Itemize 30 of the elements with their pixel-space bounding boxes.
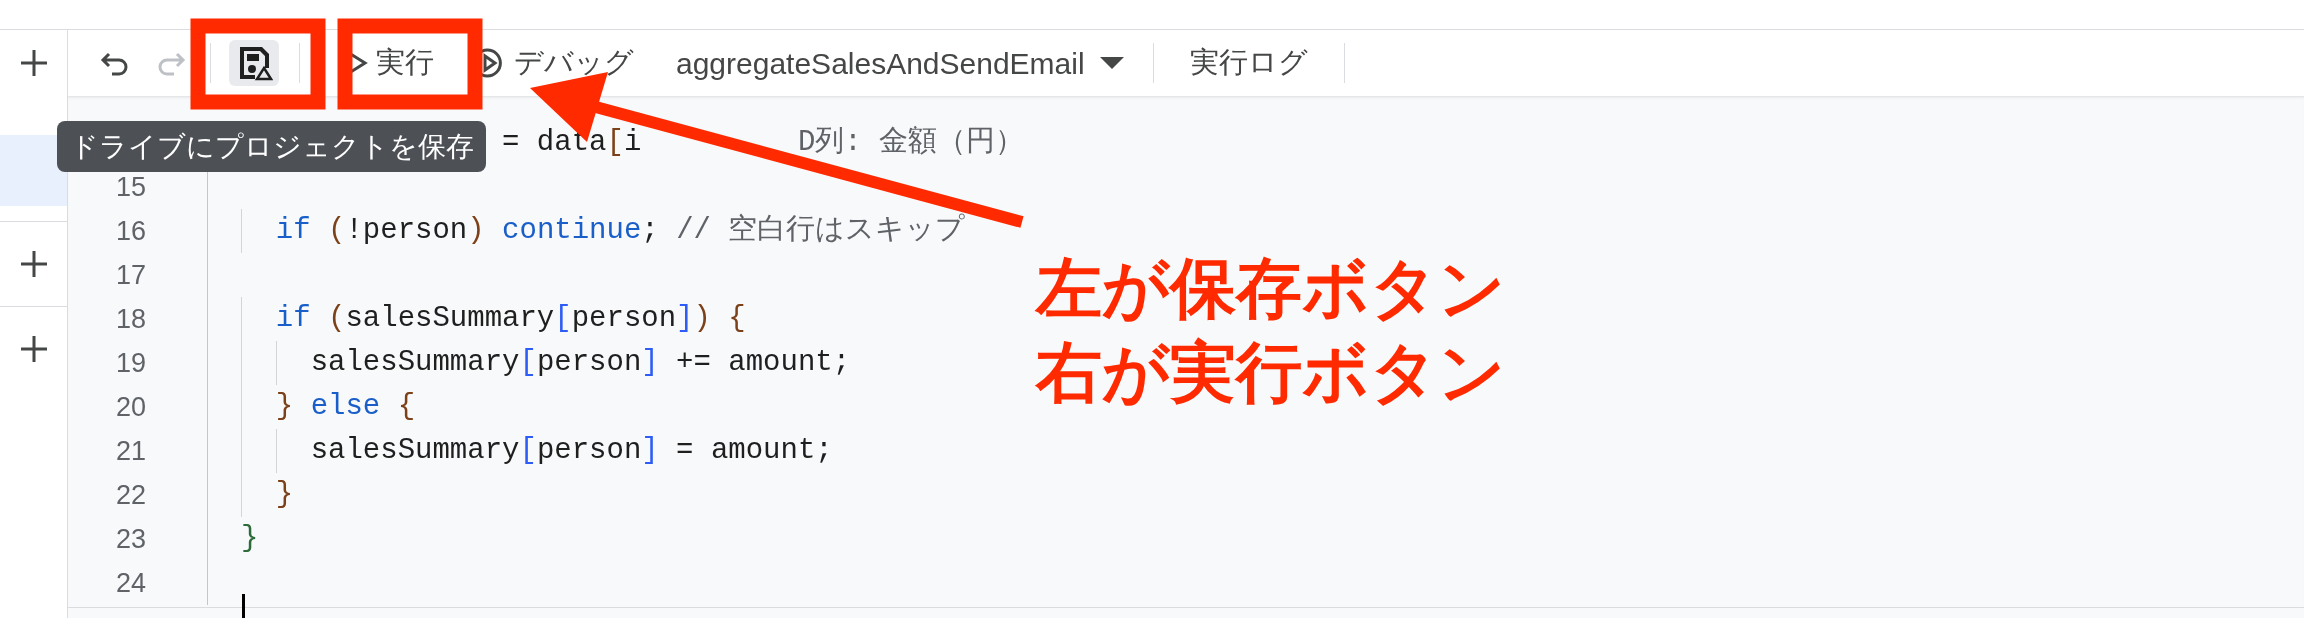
text-cursor	[242, 594, 245, 618]
log-button[interactable]: 実行ログ	[1183, 37, 1314, 89]
code-line: salesSummary[person] = amount;	[310, 434, 833, 467]
code-line: if (salesSummary[person]) {	[275, 302, 746, 335]
caret-icon	[1098, 56, 1125, 70]
add-icon	[18, 334, 49, 364]
code-line: } else {	[275, 390, 416, 423]
line-number: 20	[68, 385, 208, 429]
add-icon	[18, 249, 49, 279]
line-number: 22	[68, 473, 208, 517]
line-number: 21	[68, 429, 208, 473]
annotation-text: 右が実行ボタン	[1036, 334, 1506, 411]
code-line: }	[275, 478, 294, 511]
line-number: 19	[68, 341, 208, 385]
line-number: 16	[68, 209, 208, 253]
save-button[interactable]	[229, 40, 279, 86]
line-number: 18	[68, 297, 208, 341]
code-line: if (!person) continue; // 空白行はスキップ	[275, 214, 966, 247]
rail-item[interactable]	[0, 135, 67, 206]
function-dropdown[interactable]: aggregateSalesAndSendEmail	[670, 36, 1131, 90]
annotation-text: 左が保存ボタン	[1036, 250, 1506, 327]
code-line: = data[i D列: 金額（円）	[502, 126, 1025, 159]
code-line: salesSummary[person] += amount;	[310, 346, 851, 379]
line-number: 24	[68, 561, 208, 605]
code-line: }	[241, 522, 259, 555]
run-button[interactable]: 実行	[340, 37, 440, 89]
line-number: 23	[68, 517, 208, 561]
tooltip: ドライブにプロジェクトを保存	[57, 121, 486, 172]
add-icon	[18, 48, 49, 78]
line-number: 17	[68, 253, 208, 297]
